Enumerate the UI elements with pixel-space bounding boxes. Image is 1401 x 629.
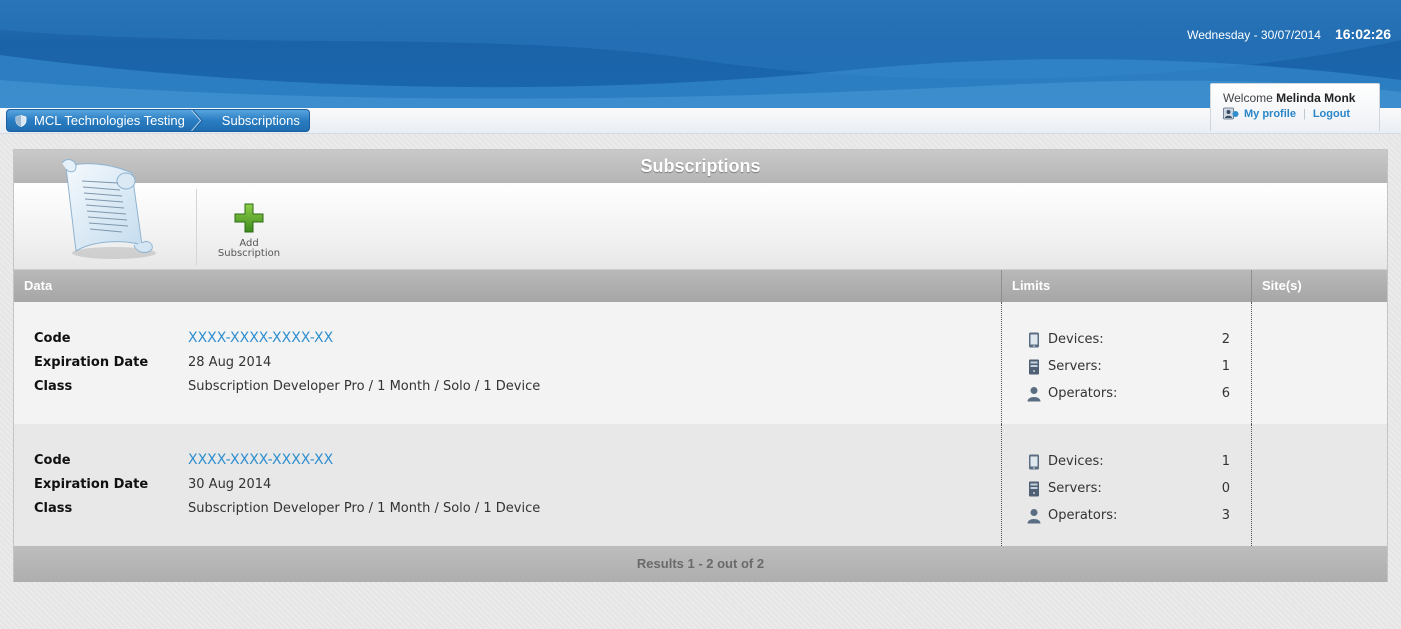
class-value: Subscription Developer Pro / 1 Month / S… [188, 378, 541, 394]
class-value: Subscription Developer Pro / 1 Month / S… [188, 500, 541, 516]
operators-count: 3 [1221, 508, 1230, 523]
current-time: 16:02:26 [1334, 26, 1391, 42]
subscriptions-panel: Subscriptions Add Subscription Data Limi… [13, 149, 1388, 582]
limit-servers: Servers: 1 [1026, 353, 1251, 380]
devices-count: 1 [1221, 454, 1230, 469]
table-row: Code XXXX-XXXX-XXXX-XX Expiration Date 3… [14, 424, 1387, 546]
code-field: Code XXXX-XXXX-XXXX-XX [34, 326, 1001, 350]
profile-icon [1223, 107, 1239, 120]
header-wave-decoration [0, 0, 1401, 108]
logout-link[interactable]: Logout [1313, 108, 1350, 120]
person-icon [1027, 508, 1041, 523]
row-sites-cell [1251, 302, 1387, 424]
row-limits-cell: Devices: 2 Servers: 1 Operators: 6 [1001, 302, 1251, 424]
toolbar-divider [196, 189, 197, 265]
shield-icon [15, 114, 27, 127]
add-button-label-line2: Subscription [217, 248, 281, 259]
user-welcome-box: Welcome Melinda Monk My profile | Logout [1210, 83, 1380, 131]
my-profile-link[interactable]: My profile [1244, 108, 1296, 120]
expiration-value: 30 Aug 2014 [188, 476, 272, 492]
limit-label: Operators: [1048, 508, 1118, 523]
header-datetime: Wednesday - 30/07/2014 16:02:26 [1187, 26, 1391, 42]
breadcrumb-item-organization[interactable]: MCL Technologies Testing [7, 110, 199, 131]
subscription-code-link[interactable]: XXXX-XXXX-XXXX-XX [188, 452, 333, 468]
mobile-device-icon [1029, 332, 1039, 347]
link-divider: | [1302, 107, 1306, 120]
field-label: Class [34, 378, 73, 394]
limit-devices: Devices: 2 [1026, 326, 1251, 353]
class-field: Class Subscription Developer Pro / 1 Mon… [34, 496, 1001, 520]
toolbar: Add Subscription [14, 159, 1387, 270]
welcome-prefix: Welcome [1223, 91, 1273, 105]
expiration-value: 28 Aug 2014 [188, 354, 272, 370]
limit-devices: Devices: 1 [1026, 448, 1251, 475]
operators-count: 6 [1221, 386, 1230, 401]
user-name: Melinda Monk [1276, 91, 1356, 105]
server-icon [1029, 359, 1039, 374]
app-header: Wednesday - 30/07/2014 16:02:26 [0, 0, 1401, 108]
column-header-sites[interactable]: Site(s) [1251, 270, 1387, 302]
table-row: Code XXXX-XXXX-XXXX-XX Expiration Date 2… [14, 302, 1387, 424]
column-header-limits[interactable]: Limits [1001, 270, 1251, 302]
current-date: Wednesday - 30/07/2014 [1187, 28, 1321, 42]
breadcrumb-label: Subscriptions [221, 113, 300, 128]
field-label: Expiration Date [34, 476, 149, 492]
limit-label: Devices: [1048, 332, 1104, 347]
row-data-cell: Code XXXX-XXXX-XXXX-XX Expiration Date 3… [14, 424, 1001, 546]
servers-count: 0 [1221, 481, 1230, 496]
green-plus-icon [234, 203, 264, 233]
servers-count: 1 [1221, 359, 1230, 374]
limit-operators: Operators: 6 [1026, 380, 1251, 407]
limit-operators: Operators: 3 [1026, 502, 1251, 529]
scroll-document-icon [61, 159, 156, 259]
field-label: Code [34, 452, 71, 468]
expiration-field: Expiration Date 28 Aug 2014 [34, 350, 1001, 374]
field-label: Class [34, 500, 73, 516]
code-field: Code XXXX-XXXX-XXXX-XX [34, 448, 1001, 472]
breadcrumb: MCL Technologies Testing Subscriptions [6, 109, 310, 132]
row-data-cell: Code XXXX-XXXX-XXXX-XX Expiration Date 2… [14, 302, 1001, 424]
breadcrumb-item-subscriptions[interactable]: Subscriptions [213, 110, 309, 131]
class-field: Class Subscription Developer Pro / 1 Mon… [34, 374, 1001, 398]
results-summary: Results 1 - 2 out of 2 [14, 546, 1387, 582]
devices-count: 2 [1221, 332, 1230, 347]
row-limits-cell: Devices: 1 Servers: 0 Operators: 3 [1001, 424, 1251, 546]
limit-servers: Servers: 0 [1026, 475, 1251, 502]
limit-label: Servers: [1048, 359, 1102, 374]
limit-label: Operators: [1048, 386, 1118, 401]
column-header-data[interactable]: Data [14, 270, 1001, 302]
mobile-device-icon [1029, 454, 1039, 469]
limit-label: Servers: [1048, 481, 1102, 496]
server-icon [1029, 481, 1039, 496]
chevron-right-icon [190, 110, 203, 131]
page-title: Subscriptions [14, 150, 1387, 183]
user-links: My profile | Logout [1223, 107, 1379, 120]
welcome-line: Welcome Melinda Monk [1223, 91, 1379, 105]
field-label: Expiration Date [34, 354, 149, 370]
limit-label: Devices: [1048, 454, 1104, 469]
field-label: Code [34, 330, 71, 346]
person-icon [1027, 386, 1041, 401]
row-sites-cell [1251, 424, 1387, 546]
expiration-field: Expiration Date 30 Aug 2014 [34, 472, 1001, 496]
subscription-code-link[interactable]: XXXX-XXXX-XXXX-XX [188, 330, 333, 346]
breadcrumb-separator [190, 110, 213, 131]
add-subscription-button[interactable]: Add Subscription [214, 203, 284, 259]
table-header: Data Limits Site(s) [14, 270, 1387, 302]
breadcrumb-label: MCL Technologies Testing [34, 113, 185, 128]
